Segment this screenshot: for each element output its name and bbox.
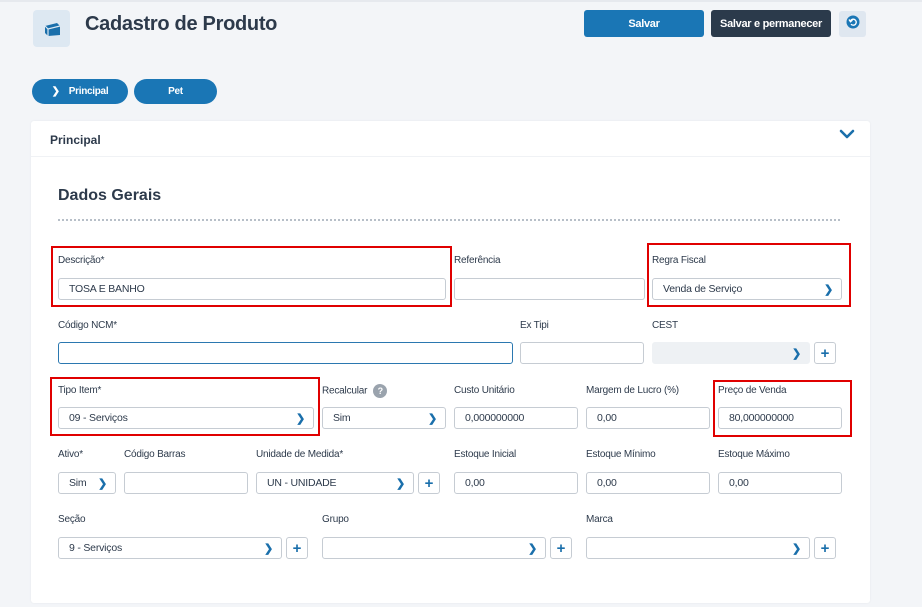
plus-icon: + xyxy=(292,539,302,557)
estoque-inicial-input[interactable]: 0,00 xyxy=(454,472,578,494)
help-icon[interactable]: ? xyxy=(373,384,388,398)
product-logo-icon xyxy=(33,10,70,47)
chevron-right-icon: ❯ xyxy=(527,543,537,555)
recalcular-select[interactable]: Sim ❯ xyxy=(322,407,446,429)
cest-label: CEST xyxy=(652,320,678,331)
chevron-right-icon: ❯ xyxy=(263,543,273,555)
grupo-label: Grupo xyxy=(322,514,349,525)
add-marca-button[interactable]: + xyxy=(814,537,836,559)
highlight-preco-venda xyxy=(713,380,852,437)
marca-select[interactable]: ❯ xyxy=(586,537,810,559)
chevron-right-icon: ❯ xyxy=(51,86,60,97)
save-button[interactable]: Salvar xyxy=(584,10,704,37)
page-title: Cadastro de Produto xyxy=(85,13,278,35)
add-unidade-button[interactable]: + xyxy=(418,472,440,494)
grupo-select[interactable]: ❯ xyxy=(322,537,546,559)
plus-icon: + xyxy=(820,344,830,362)
estoque-minimo-input[interactable]: 0,00 xyxy=(586,472,710,494)
ex-tipi-input[interactable] xyxy=(520,342,644,364)
chevron-right-icon: ❯ xyxy=(791,543,801,555)
ativo-label: Ativo* xyxy=(58,449,83,460)
highlight-regra-fiscal xyxy=(647,243,851,307)
referencia-input[interactable] xyxy=(454,278,645,300)
codigo-barras-input[interactable] xyxy=(124,472,248,494)
plus-icon: + xyxy=(556,539,566,557)
chevron-right-icon: ❯ xyxy=(791,348,801,360)
ex-tipi-label: Ex Tipi xyxy=(520,320,549,331)
principal-card-header[interactable]: Principal xyxy=(31,121,870,157)
unidade-medida-value: UN - UNIDADE xyxy=(267,477,337,489)
secao-value: 9 - Serviços xyxy=(69,542,123,554)
unidade-medida-select[interactable]: UN - UNIDADE ❯ xyxy=(256,472,414,494)
undo-icon xyxy=(846,15,860,34)
section-divider xyxy=(58,219,840,221)
referencia-label: Referência xyxy=(454,255,501,266)
marca-label: Marca xyxy=(586,514,613,525)
margem-lucro-input[interactable]: 0,00 xyxy=(586,407,710,429)
recalcular-value: Sim xyxy=(333,412,351,424)
card-title: Principal xyxy=(50,133,101,147)
highlight-descricao xyxy=(51,246,452,307)
estoque-maximo-input[interactable]: 0,00 xyxy=(718,472,842,494)
tab-principal[interactable]: ❯ Principal xyxy=(32,79,128,104)
codigo-barras-label: Código Barras xyxy=(124,449,186,460)
tab-pet[interactable]: Pet xyxy=(134,79,217,104)
add-secao-button[interactable]: + xyxy=(286,537,308,559)
chevron-right-icon: ❯ xyxy=(395,478,405,490)
estoque-minimo-label: Estoque Mínimo xyxy=(586,449,656,460)
chevron-right-icon: ❯ xyxy=(97,478,107,490)
add-cest-button[interactable]: + xyxy=(814,342,836,364)
custo-unitario-input[interactable]: 0,000000000 xyxy=(454,407,578,429)
ativo-value: Sim xyxy=(69,477,87,489)
unidade-medida-label: Unidade de Medida* xyxy=(256,449,344,460)
save-and-stay-button[interactable]: Salvar e permanecer xyxy=(711,10,831,37)
secao-label: Seção xyxy=(58,514,86,525)
estoque-maximo-label: Estoque Máximo xyxy=(718,449,790,460)
highlight-tipo-item xyxy=(50,377,320,436)
secao-select[interactable]: 9 - Serviços ❯ xyxy=(58,537,282,559)
undo-button[interactable] xyxy=(839,11,866,37)
top-border xyxy=(0,0,922,2)
plus-icon: + xyxy=(820,539,830,557)
chevron-right-icon: ❯ xyxy=(427,413,437,425)
add-grupo-button[interactable]: + xyxy=(550,537,572,559)
custo-unitario-label: Custo Unitário xyxy=(454,385,515,396)
cest-select[interactable]: ❯ xyxy=(652,342,810,364)
chevron-down-icon[interactable] xyxy=(839,127,855,146)
codigo-ncm-label: Código NCM* xyxy=(58,320,117,331)
recalcular-label-text: Recalcular xyxy=(322,385,368,397)
estoque-inicial-label: Estoque Inicial xyxy=(454,449,517,460)
plus-icon: + xyxy=(424,474,434,492)
ativo-select[interactable]: Sim ❯ xyxy=(58,472,116,494)
tab-pet-label: Pet xyxy=(168,86,183,97)
codigo-ncm-input[interactable] xyxy=(58,342,513,364)
section-title: Dados Gerais xyxy=(58,187,162,204)
margem-lucro-label: Margem de Lucro (%) xyxy=(586,385,679,396)
recalcular-label: Recalcular? xyxy=(322,384,388,398)
tab-principal-label: Principal xyxy=(68,86,109,97)
